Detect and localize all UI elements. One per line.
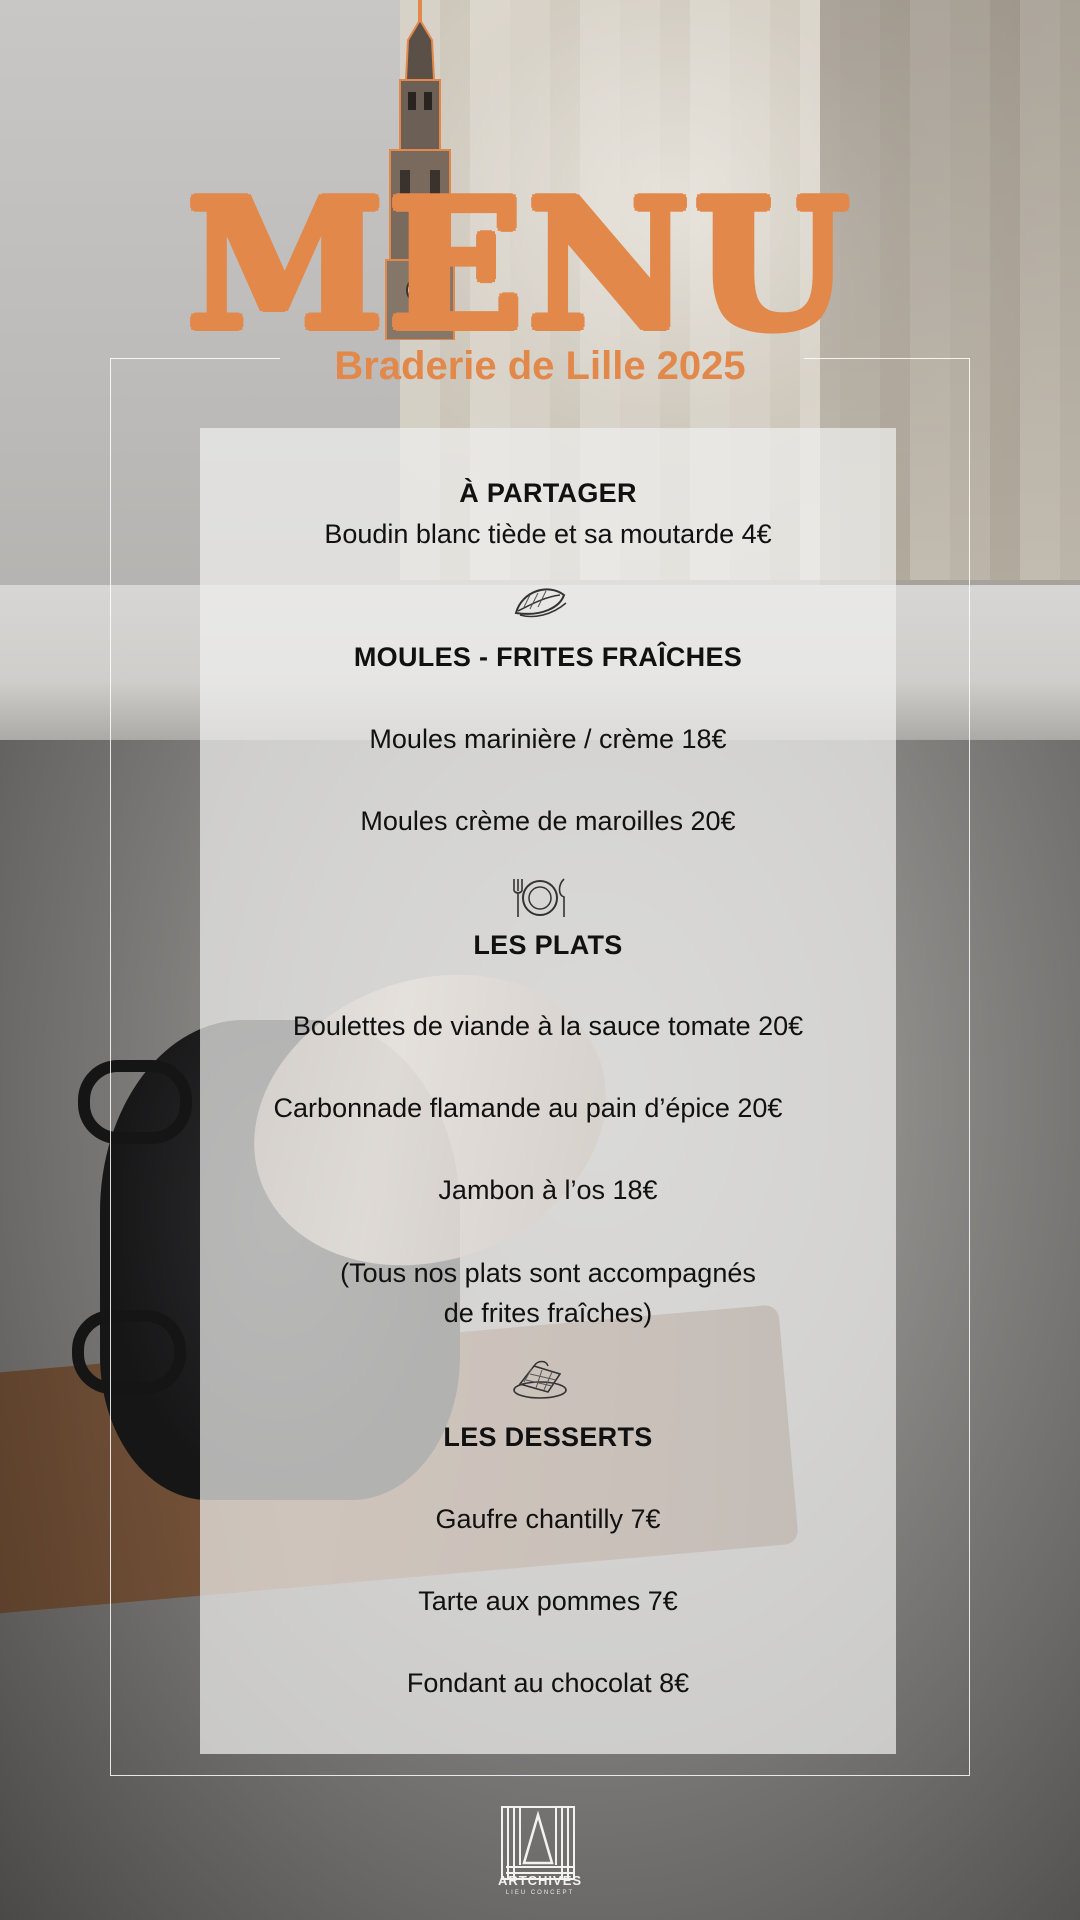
section-title-moules: MOULES - FRITES FRAÎCHES [353,642,743,672]
section-title-partager: À PARTAGER [459,478,637,508]
section-title-desserts: LES DESSERTS [443,1422,653,1452]
menu-item: Moules marinière / crème 18€ [369,724,727,754]
menu-item: Jambon à l’os 18€ [438,1175,658,1205]
logo-tagline: LIEU CONCEPT [505,1890,575,1896]
menu-item: Fondant au chocolat 8€ [406,1668,690,1698]
menu-item: Boulettes de viande à la sauce tomate 20… [292,1011,804,1041]
menu-item: Boudin blanc tiède et sa moutarde 4€ [324,519,772,549]
plate-cutlery-icon [513,878,565,917]
waffle-icon [513,1360,567,1399]
section-title-plats: LES PLATS [473,930,623,960]
menu-item: Moules crème de maroilles 20€ [360,806,736,836]
logo-name: ARTCHIVES [497,1873,583,1888]
plats-note: (Tous nos plats sont accompagnés de frit… [200,1253,896,1333]
menu-item: Gaufre chantilly 7€ [435,1504,661,1534]
menu-title: MENU [180,176,860,354]
menu-item: Tarte aux pommes 7€ [418,1586,678,1616]
note-line: (Tous nos plats sont accompagnés [340,1258,756,1288]
note-line: de frites fraîches) [443,1298,653,1328]
mussel-icon [514,588,567,618]
menu-item: Carbonnade flamande au pain d’épice 20€ [273,1093,783,1123]
